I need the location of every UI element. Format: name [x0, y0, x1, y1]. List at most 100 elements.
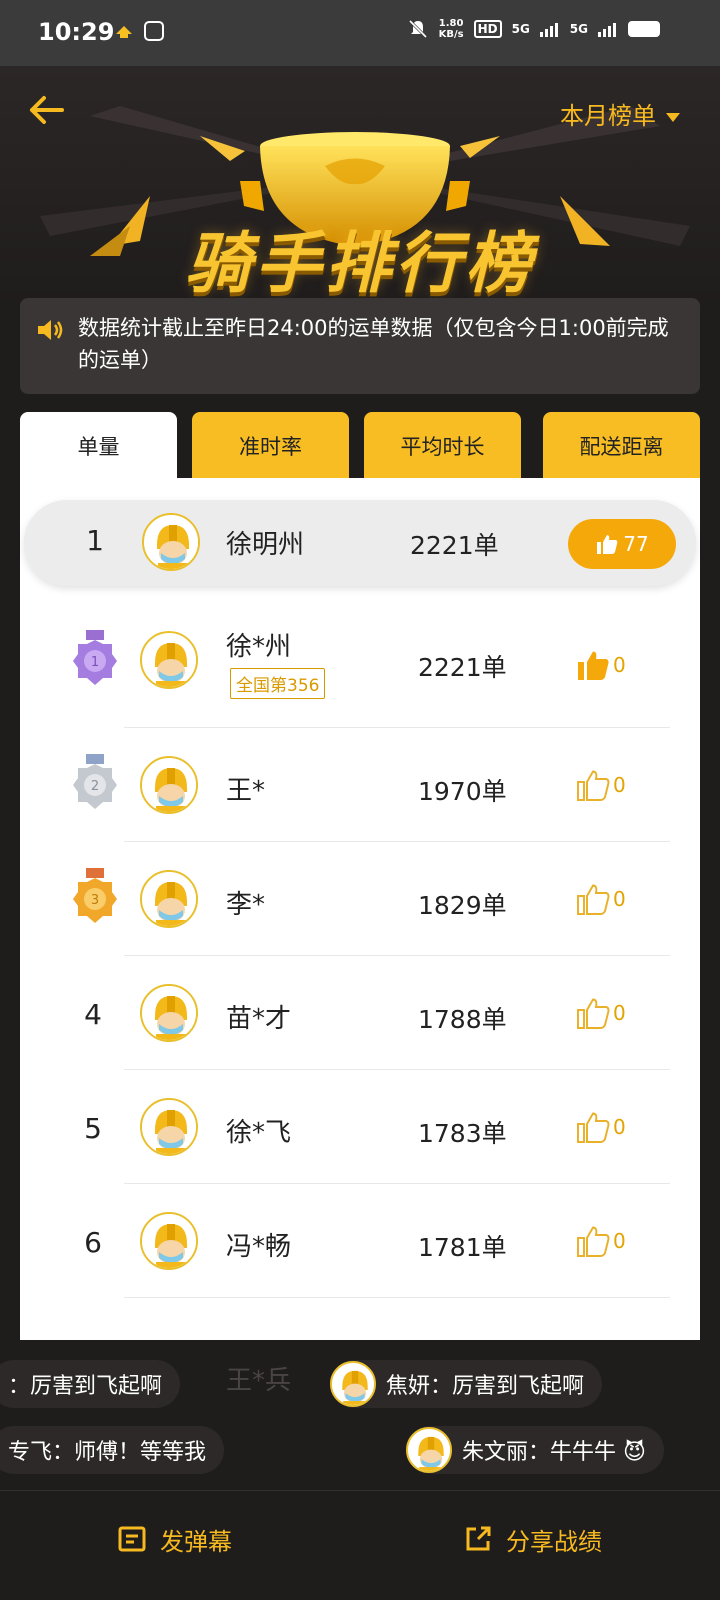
signal-5g-1: 5G	[511, 22, 530, 36]
order-count: 1788单	[418, 1005, 507, 1034]
row-divider	[124, 1297, 670, 1298]
thumbs-up-outline-icon	[577, 1226, 610, 1257]
status-bar: 10:29 1.80 KB/s HD 5G 5G	[0, 0, 720, 66]
status-indicators: 1.80 KB/s HD 5G 5G	[407, 18, 660, 40]
rider-name: 苗*才	[226, 1004, 292, 1034]
svg-text:2: 2	[91, 779, 99, 794]
signal-5g-2: 5G	[569, 22, 588, 36]
tab-order-count[interactable]: 单量	[20, 412, 177, 480]
data-notice: 数据统计截止至昨日24:00的运单数据（仅包含今日1:00前完成的运单）	[20, 298, 700, 394]
notice-text: 数据统计截止至昨日24:00的运单数据（仅包含今日1:00前完成的运单）	[78, 316, 669, 372]
danmaku-bubble: ：厉害到飞起啊	[0, 1360, 181, 1408]
app-notification-icon	[116, 26, 132, 38]
thumbs-up-filled-icon	[578, 651, 609, 680]
ranking-row: 4 苗*才 1788单 0	[20, 956, 700, 1070]
network-speed: 1.80 KB/s	[438, 18, 464, 40]
danmaku-text: ：厉害到飞起啊	[8, 1374, 163, 1399]
my-like-count: 77	[623, 532, 649, 556]
bronze-medal-icon: 3	[73, 868, 117, 923]
rank-number: 5	[84, 1112, 102, 1145]
avatar	[140, 1212, 198, 1270]
mute-icon	[408, 19, 427, 39]
avatar	[140, 631, 198, 689]
thumbs-up-outline-icon	[577, 884, 610, 915]
rank-number: 4	[84, 998, 102, 1031]
order-count: 1783单	[418, 1119, 507, 1148]
like-count: 0	[613, 887, 626, 911]
svg-text:1: 1	[91, 655, 99, 670]
my-like-button[interactable]: 77	[568, 519, 676, 569]
tab-delivery-distance[interactable]: 配送距离	[543, 412, 700, 480]
avatar	[140, 756, 198, 814]
avatar	[140, 984, 198, 1042]
share-results-label: 分享战绩	[506, 1527, 602, 1556]
like-button[interactable]: 0	[575, 648, 626, 682]
battery-icon	[628, 21, 660, 37]
rider-name: 冯*畅	[226, 1232, 292, 1262]
like-button[interactable]: 0	[575, 996, 626, 1030]
svg-text:3: 3	[91, 893, 99, 908]
like-count: 0	[613, 773, 626, 797]
like-count: 0	[613, 1001, 626, 1025]
avatar	[406, 1427, 452, 1473]
ranking-row: 5 徐*飞 1783单 0	[20, 1070, 700, 1184]
like-button[interactable]: 0	[575, 768, 626, 802]
silver-medal-icon: 2	[73, 754, 117, 809]
back-arrow-icon[interactable]	[26, 90, 66, 130]
send-danmaku-button[interactable]: 发弹幕	[118, 1515, 232, 1563]
speaker-icon	[38, 320, 63, 340]
order-count: 1781单	[418, 1233, 507, 1262]
ranking-tabs: 单量 准时率 平均时长 配送距离	[20, 412, 700, 480]
message-notification-icon	[144, 21, 164, 41]
my-orders: 2221单	[410, 531, 499, 560]
order-count: 1970单	[418, 777, 507, 806]
purple-medal-icon: 1	[73, 630, 117, 685]
thumbs-up-outline-icon	[577, 1112, 610, 1143]
danmaku-bubble: 专飞：师傅！等等我	[0, 1426, 225, 1474]
rider-name: 徐*飞	[226, 1118, 292, 1148]
danmaku-text: 焦妍：厉害到飞起啊	[386, 1374, 585, 1399]
danmaku-text: 专飞：师傅！等等我	[8, 1440, 207, 1465]
ranking-row: 2 王* 1970单 0	[20, 728, 700, 842]
hd-voice-icon: HD	[473, 20, 502, 38]
avatar	[140, 870, 198, 928]
ranking-row: 6 冯*畅 1781单 0	[20, 1184, 700, 1298]
tab-on-time-rate[interactable]: 准时率	[192, 412, 349, 480]
like-button[interactable]: 0	[575, 1110, 626, 1144]
avatar	[142, 513, 200, 571]
rank-number: 6	[84, 1226, 102, 1259]
like-button[interactable]: 0	[575, 882, 626, 916]
like-count: 0	[613, 653, 626, 677]
bottom-action-bar: 发弹幕 分享战绩	[0, 1490, 720, 1600]
danmaku-text: 朱文丽：牛牛牛 😈	[462, 1440, 646, 1465]
danmaku-bubble: 焦妍：厉害到飞起啊	[330, 1360, 603, 1408]
ranking-row: 3 李* 1829单 0	[20, 842, 700, 956]
national-rank-badge: 全国第356	[230, 668, 326, 699]
danmaku-bubble: 朱文丽：牛牛牛 😈	[406, 1426, 664, 1474]
period-label: 本月榜单	[560, 102, 656, 130]
thumbs-up-outline-icon	[577, 998, 610, 1029]
order-count: 2221单	[418, 653, 507, 682]
thumbs-up-outline-icon	[577, 770, 610, 801]
ranking-list: 1 徐明州 2221单 77 1 徐*州 全国第356 2221单 0 2 王*…	[20, 478, 700, 1340]
my-name: 徐明州	[226, 530, 305, 560]
avatar	[140, 1098, 198, 1156]
share-results-button[interactable]: 分享战绩	[464, 1515, 602, 1563]
period-dropdown[interactable]: 本月榜单	[560, 96, 680, 131]
signal-bars-icon	[539, 23, 558, 37]
status-time: 10:29	[38, 18, 115, 46]
rider-name: 王*	[226, 776, 266, 806]
ranking-row: 1 徐*州 全国第356 2221单 0	[20, 614, 700, 728]
page-title: 骑手排行榜	[185, 225, 535, 302]
rider-name: 徐*州	[226, 632, 292, 662]
caret-down-icon	[666, 112, 680, 122]
rider-name: 李*	[226, 890, 266, 920]
like-count: 0	[613, 1229, 626, 1253]
avatar	[330, 1361, 376, 1407]
send-danmaku-label: 发弹幕	[160, 1527, 232, 1556]
my-rank-row: 1 徐明州 2221单 77	[24, 500, 696, 586]
like-button[interactable]: 0	[575, 1224, 626, 1258]
tab-average-duration[interactable]: 平均时长	[364, 412, 521, 480]
order-count: 1829单	[418, 891, 507, 920]
danmaku-icon	[118, 1526, 146, 1552]
